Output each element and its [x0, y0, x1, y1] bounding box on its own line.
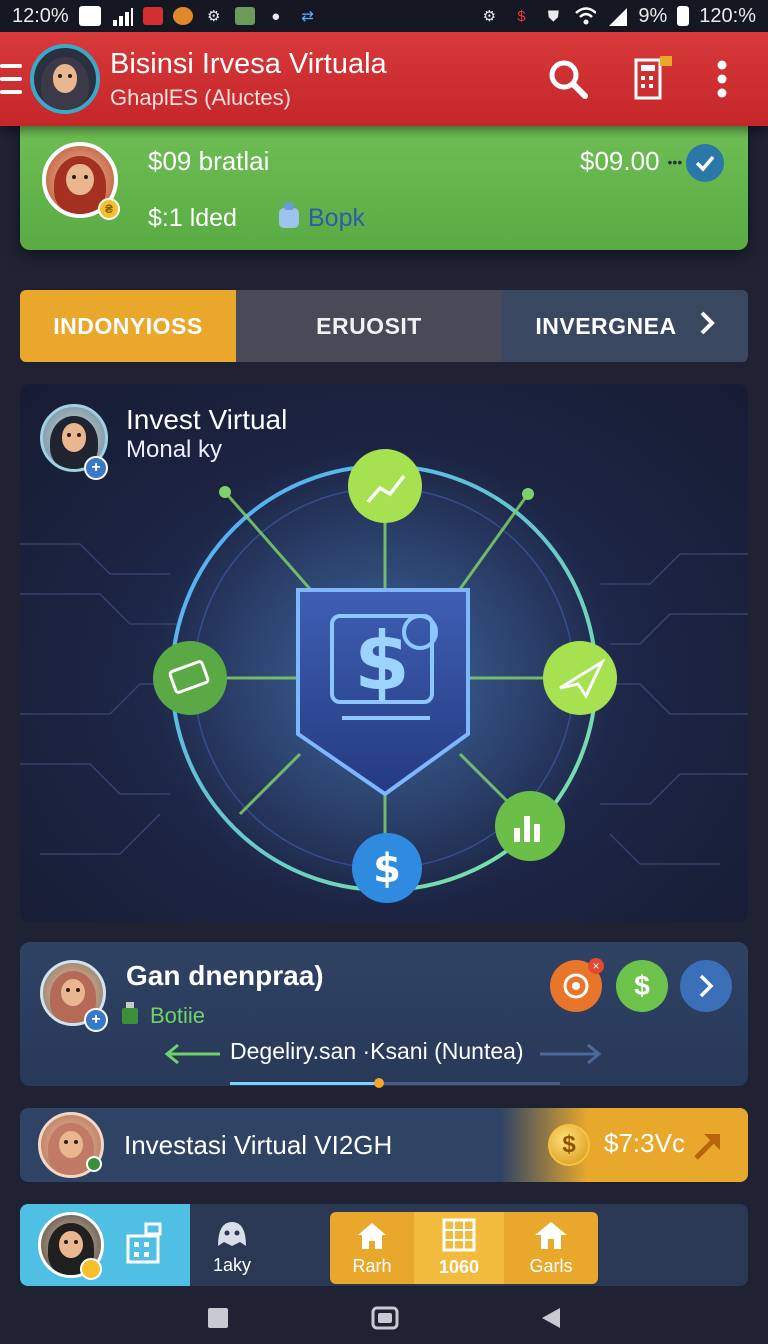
dollar-coin-icon[interactable]: $: [352, 833, 422, 903]
nav-label-1060: 1060: [438, 1257, 480, 1277]
tab-eruosit[interactable]: ERUOSIT: [236, 290, 502, 362]
office-icon: [440, 1218, 478, 1257]
coin-mini-icon: [80, 1258, 102, 1280]
nav-item-1060[interactable]: 1060: [414, 1212, 504, 1284]
promo-title: Investasi Virtual VI2GH: [124, 1130, 393, 1160]
svg-text:$: $: [354, 615, 410, 708]
wifi-icon: [574, 6, 597, 26]
menu-icon[interactable]: [0, 64, 22, 94]
back-icon[interactable]: [540, 1306, 562, 1335]
coin-badge-icon: ₴: [98, 198, 120, 220]
bar-chart-icon[interactable]: [495, 791, 565, 861]
investment-card[interactable]: + Gan dnenpraa) Botiie × $ Degeliry.san …: [20, 942, 748, 1088]
close-badge-icon[interactable]: ×: [588, 958, 604, 974]
profile-avatar[interactable]: [30, 44, 100, 114]
nav-label-rarh: Rarh: [352, 1256, 392, 1276]
nav-item-rarh[interactable]: Rarh: [330, 1212, 414, 1284]
gear-icon: ⚙: [482, 8, 497, 25]
tab-invergnea-label: INVERGNEA: [535, 312, 677, 339]
nav-group: Rarh 1060 Garls: [330, 1212, 598, 1284]
settings-small-icon: ⚙: [206, 8, 221, 25]
status-clock: 120:%: [699, 4, 756, 27]
status-time: 12:0%: [12, 4, 69, 27]
transfer-icon: ⇄: [301, 8, 314, 25]
book-link[interactable]: Bopk: [276, 200, 365, 237]
investment-tag-label: Botiie: [150, 1003, 206, 1028]
nav-label-garls: Garls: [529, 1256, 573, 1276]
app-orange-icon: [172, 7, 193, 25]
building-icon: [124, 1222, 164, 1271]
app-bar: Bisinsi Irvesa Virtuala GhaplES (Aluctes…: [0, 32, 768, 126]
progress-fill: [230, 1082, 379, 1085]
arrow-right-icon: [538, 1042, 602, 1071]
progress-thumb[interactable]: [373, 1078, 384, 1088]
hero-subtitle: Monal ky: [126, 436, 223, 463]
online-badge-icon: [86, 1156, 102, 1172]
bottom-nav: 1aky Rarh 1060 Garls: [20, 1204, 748, 1286]
battery-icon: [677, 6, 690, 26]
home-icon[interactable]: [370, 1305, 400, 1336]
check-icon[interactable]: [686, 144, 724, 182]
gold-coin-icon: $: [548, 1124, 590, 1166]
nav-home-tab[interactable]: [20, 1204, 190, 1286]
balance-line-2: $:1 lded: [148, 204, 237, 232]
investment-message: Degeliry.san ·Ksani (Nuntea): [230, 1038, 524, 1064]
progress-track: [230, 1078, 560, 1088]
more-vert-icon[interactable]: [716, 59, 728, 99]
dots-indicator: •••: [667, 153, 683, 170]
shield-icon: ⛊: [547, 7, 559, 25]
dollar-icon[interactable]: $: [616, 960, 668, 1012]
nav-label-1aky: 1aky: [212, 1255, 252, 1275]
hero-title: Invest Virtual: [126, 404, 288, 435]
tab-bar: INDONYIOSS ERUOSIT INVERGNEA: [20, 290, 748, 362]
battery-percent: 9%: [638, 4, 668, 27]
investment-tag: Botiie: [120, 1000, 205, 1032]
photo-icon: [234, 7, 255, 25]
promo-card[interactable]: Investasi Virtual VI2GH $ $7:3Vc: [20, 1108, 748, 1182]
notification-icon: [78, 6, 101, 26]
bag-icon: [276, 200, 302, 237]
book-label: Bopk: [308, 204, 365, 232]
balance-card[interactable]: ₴ $09 bratlai $:1 lded Bopk $09.00 •••: [20, 120, 748, 250]
store-icon: [354, 1219, 390, 1256]
chevron-right-icon: [699, 310, 715, 342]
alert-icon: $: [517, 7, 526, 25]
send-plane-icon[interactable]: [543, 641, 617, 715]
house-icon: [533, 1219, 569, 1256]
promo-value: $7:3Vc: [604, 1128, 685, 1158]
trend-arrow-icon: [692, 1130, 724, 1167]
app-title: Bisinsi Irvesa Virtuala: [110, 47, 387, 80]
balance-amount: $09.00: [580, 146, 660, 176]
hero-card: $ $ + Invest Virtual Monal ky: [20, 384, 748, 922]
investment-network-diagram: $ $: [20, 448, 748, 908]
system-nav-bar: [0, 1296, 768, 1344]
pin-badge-icon: +: [84, 456, 108, 480]
search-icon[interactable]: [548, 59, 588, 99]
arrow-left-icon: [162, 1042, 222, 1071]
svg-text:$: $: [373, 846, 401, 892]
bottle-icon: [120, 1000, 142, 1032]
status-bar: 12:0% ⚙ ● ⇄ ⚙ $ ⛊ 9% 120:%: [0, 0, 768, 32]
cell-icon: [606, 6, 628, 26]
app-subtitle: GhaplES (Aluctes): [110, 84, 291, 110]
recents-icon[interactable]: [206, 1306, 230, 1335]
signal-icon: [111, 6, 133, 26]
nav-item-1aky[interactable]: 1aky: [202, 1216, 262, 1278]
investment-title: Gan dnenpraa): [126, 960, 324, 991]
calculator-icon[interactable]: [632, 56, 672, 102]
chevron-right-icon[interactable]: [680, 960, 732, 1012]
ghost-icon: [214, 1218, 250, 1255]
tab-invergnea[interactable]: INVERGNEA: [502, 290, 748, 362]
tab-indonyioss[interactable]: INDONYIOSS: [20, 290, 236, 362]
stack-cash-icon[interactable]: [153, 641, 227, 715]
add-badge-icon[interactable]: +: [84, 1008, 108, 1032]
nav-item-garls[interactable]: Garls: [504, 1212, 598, 1284]
chart-growth-icon[interactable]: [348, 449, 422, 523]
chat-icon: ●: [271, 7, 281, 25]
app-red-icon: [142, 7, 163, 25]
balance-line-1: $09 bratlai: [148, 146, 270, 176]
